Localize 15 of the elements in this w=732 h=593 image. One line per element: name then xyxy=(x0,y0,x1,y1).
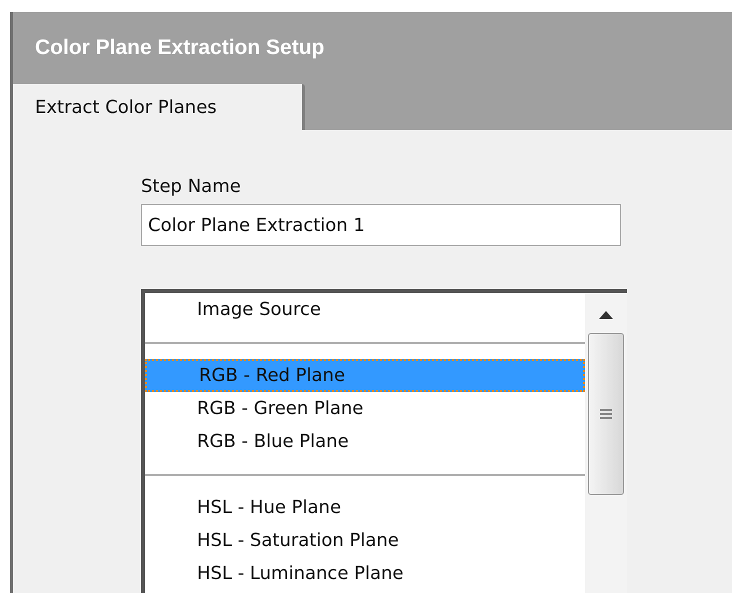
list-item[interactable]: RGB - Green Plane xyxy=(145,392,585,425)
grip-icon xyxy=(600,409,612,419)
step-name-field[interactable]: Color Plane Extraction 1 xyxy=(141,204,621,246)
tab[interactable]: Extract Color Planes xyxy=(13,84,305,130)
scroll-up-icon[interactable] xyxy=(599,311,613,319)
list-item[interactable]: HSL - Hue Plane xyxy=(145,491,585,524)
list-item[interactable]: HSL - Saturation Plane xyxy=(145,524,585,557)
list-item[interactable]: Image Source xyxy=(145,293,585,326)
scrollbar[interactable] xyxy=(585,293,627,593)
list-item[interactable]: RGB - Blue Plane xyxy=(145,425,585,458)
list-item[interactable]: HSL - Luminance Plane xyxy=(145,557,585,590)
scroll-thumb[interactable] xyxy=(588,333,624,495)
window-title: Color Plane Extraction Setup xyxy=(35,35,324,62)
field-label: Step Name xyxy=(141,176,242,198)
list-item[interactable]: RGB - Red Plane xyxy=(145,359,585,392)
